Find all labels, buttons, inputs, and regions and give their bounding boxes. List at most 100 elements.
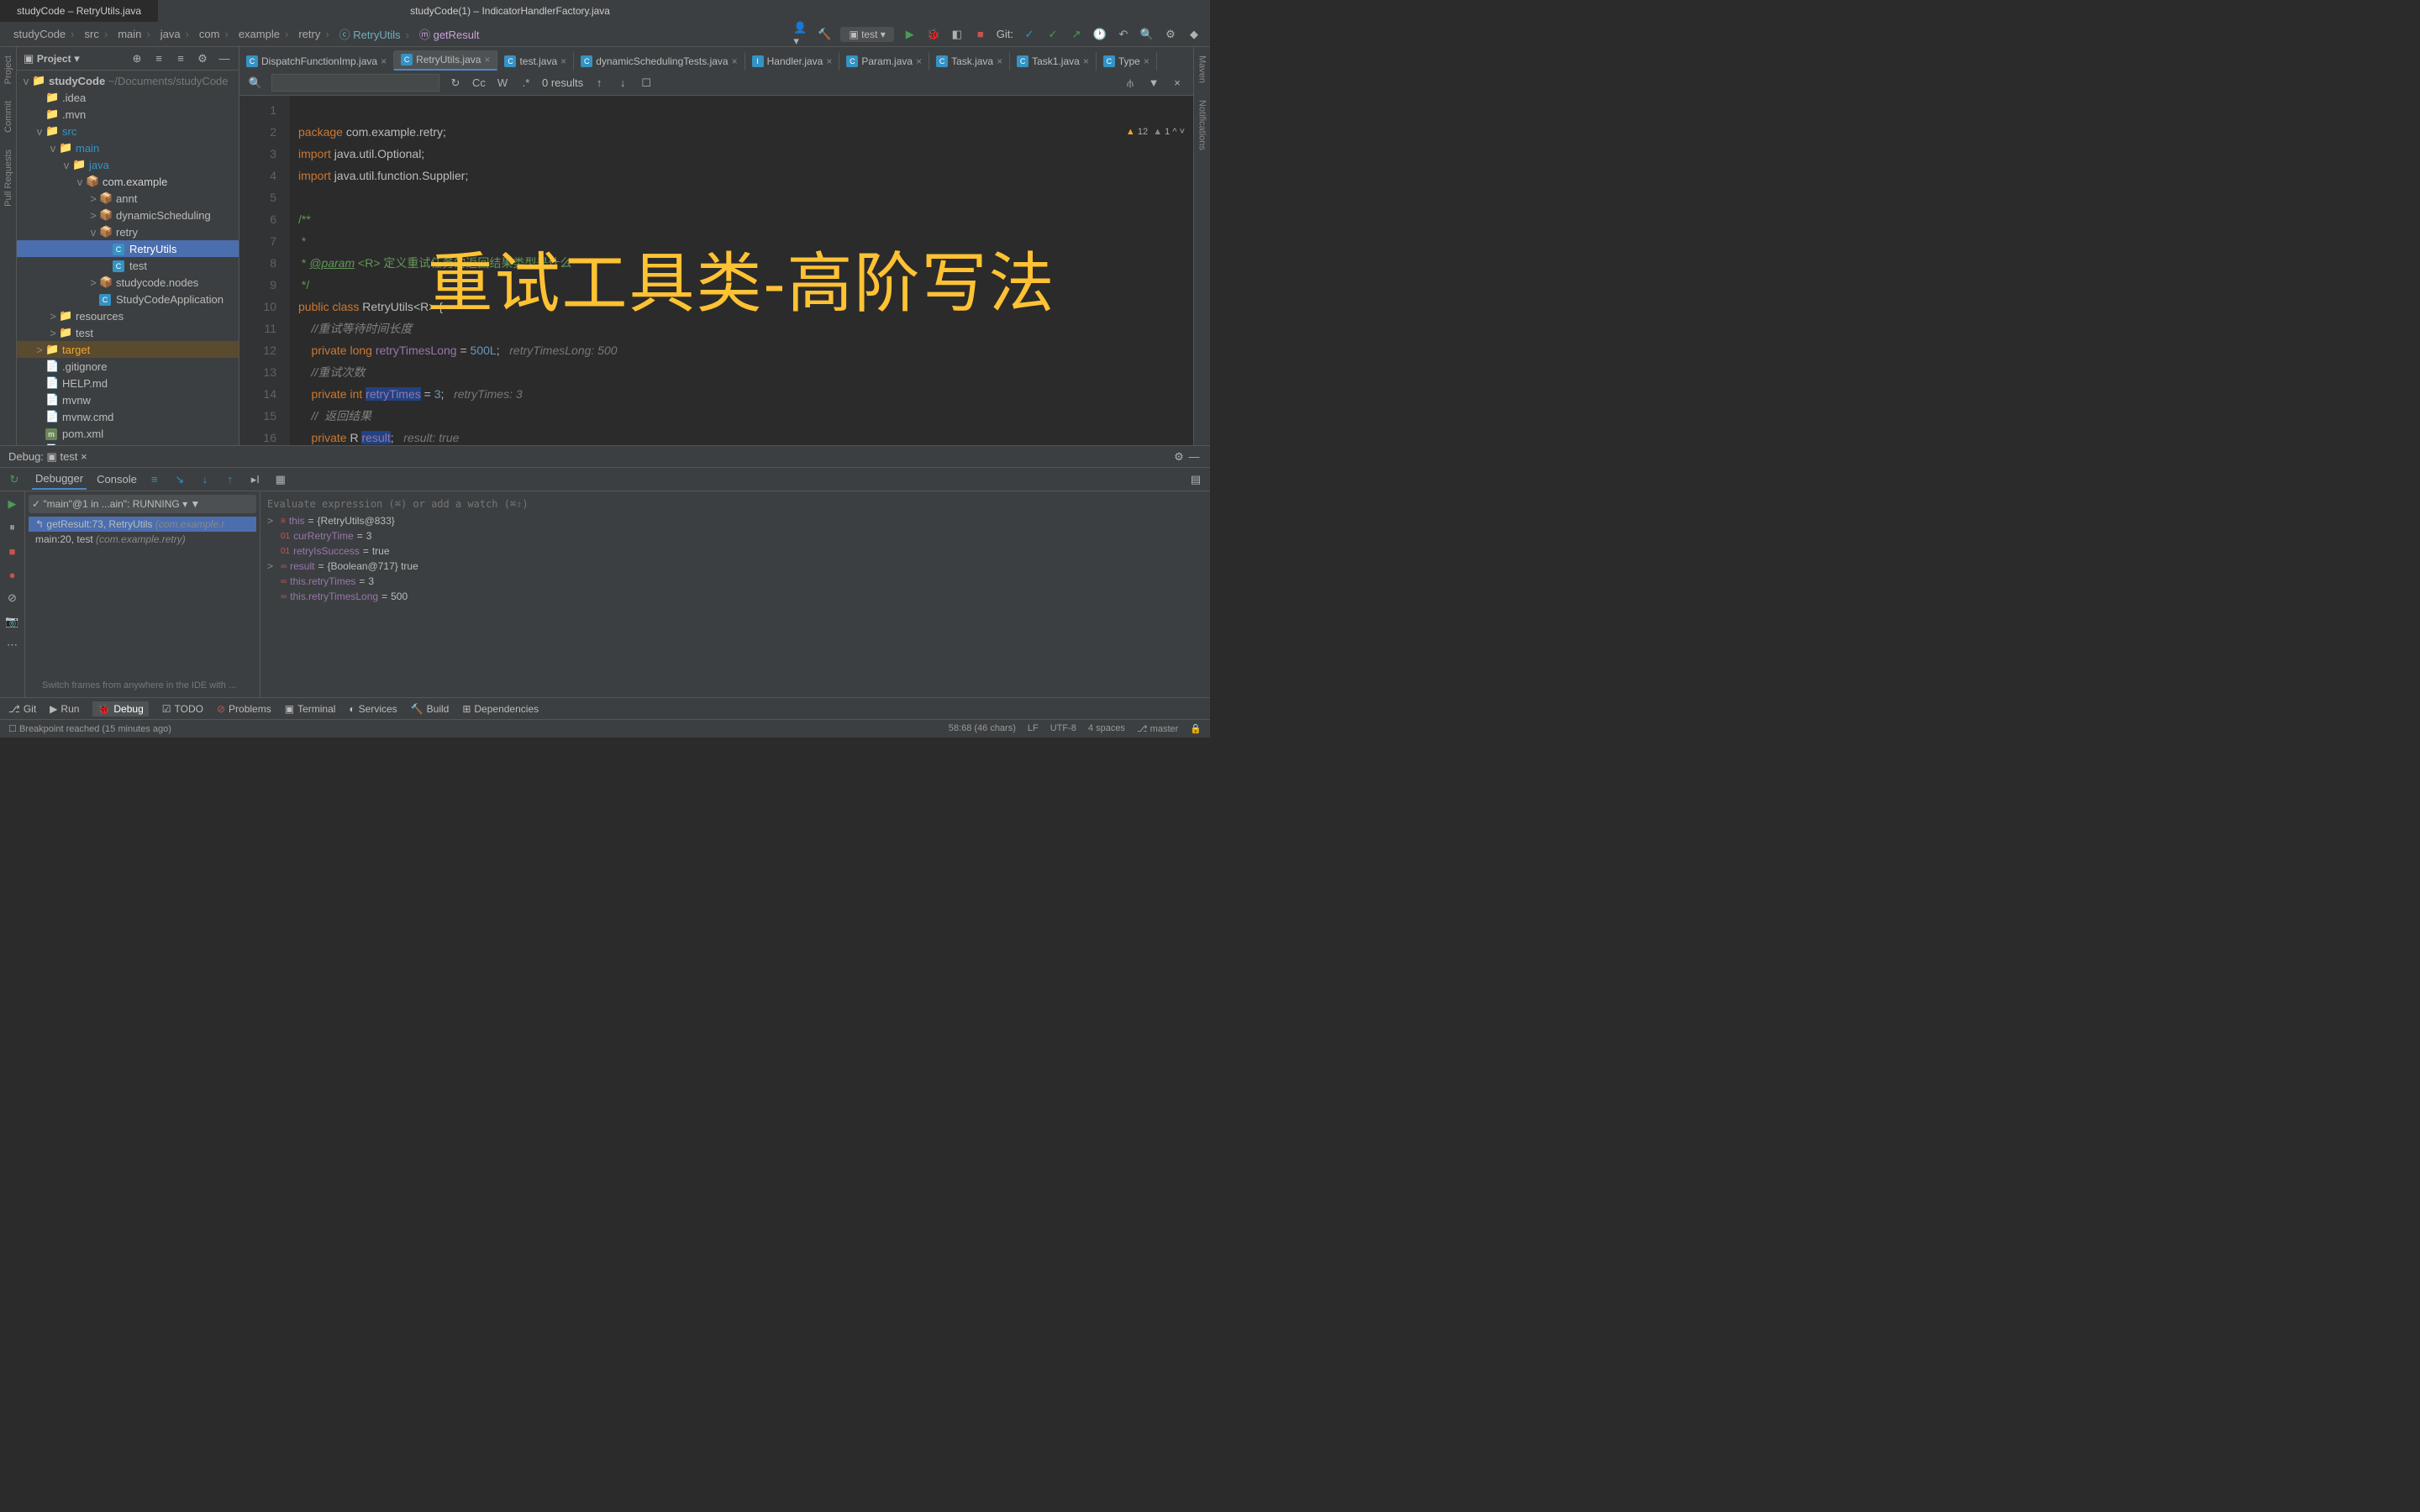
terminal-tool-button[interactable]: ▣ Terminal xyxy=(285,703,336,715)
pause-icon[interactable]: ⏸ xyxy=(5,520,20,535)
close-tab-icon[interactable]: × xyxy=(1083,55,1089,67)
step-over-icon[interactable]: ≡ xyxy=(147,472,162,487)
run-icon[interactable]: ▶ xyxy=(902,27,918,42)
debug-variable[interactable]: ∞ this.retryTimesLong = 500 xyxy=(264,589,1207,604)
find-input[interactable] xyxy=(271,74,439,92)
coverage-icon[interactable]: ◧ xyxy=(950,27,965,42)
tree-node-com.example[interactable]: v📦com.example xyxy=(17,173,239,190)
encoding[interactable]: UTF-8 xyxy=(1050,723,1076,734)
crumb-class[interactable]: ⓒ RetryUtils xyxy=(334,26,414,42)
tree-node-target[interactable]: >📁target xyxy=(17,341,239,358)
close-tab-icon[interactable]: × xyxy=(997,55,1002,67)
tree-node-main[interactable]: v📁main xyxy=(17,139,239,156)
todo-tool-button[interactable]: ☑ TODO xyxy=(162,703,203,715)
tree-node-studyCode.iml[interactable]: 📄studyCode.iml xyxy=(17,442,239,445)
editor-tab-DispatchFunctionImp.java[interactable]: CDispatchFunctionImp.java× xyxy=(239,52,394,71)
debug-variable[interactable]: 01 curRetryTime = 3 xyxy=(264,528,1207,543)
window-tab-1[interactable]: studyCode – RetryUtils.java xyxy=(0,0,158,22)
words-icon[interactable]: W xyxy=(495,76,510,91)
stack-frame[interactable]: ↰ getResult:73, RetryUtils (com.example.… xyxy=(29,517,256,532)
tree-node-annt[interactable]: >📦annt xyxy=(17,190,239,207)
tree-node-.idea[interactable]: 📁.idea xyxy=(17,89,239,106)
find-close-icon[interactable]: 🔍 xyxy=(248,76,263,91)
caret-position[interactable]: 58:68 (46 chars) xyxy=(949,723,1016,734)
tree-node-test[interactable]: >📁test xyxy=(17,324,239,341)
debug-config-tab[interactable]: ▣ test × xyxy=(47,450,87,464)
editor-tab-Param.java[interactable]: CParam.java× xyxy=(839,52,929,71)
crumb-example[interactable]: example xyxy=(234,28,293,40)
tree-node-pom.xml[interactable]: mpom.xml xyxy=(17,425,239,442)
crumb-method[interactable]: ⓜ getResult xyxy=(414,26,485,42)
panel-settings-icon[interactable]: ⚙ xyxy=(195,51,210,66)
services-tool-button[interactable]: ◐ Services xyxy=(349,703,397,715)
editor-tab-Handler.java[interactable]: IHandler.java× xyxy=(745,52,840,71)
step-into-icon[interactable]: ↘ xyxy=(172,472,187,487)
tree-node-src[interactable]: v📁src xyxy=(17,123,239,139)
git-tool-button[interactable]: ⎇ Git xyxy=(8,703,36,715)
tree-node-studycode.nodes[interactable]: >📦studycode.nodes xyxy=(17,274,239,291)
editor-tab-Task.java[interactable]: CTask.java× xyxy=(929,52,1010,71)
git-history-icon[interactable]: 🕐 xyxy=(1092,27,1107,42)
commit-tool-button[interactable]: Commit xyxy=(3,101,13,133)
git-branch[interactable]: ⎇ master xyxy=(1137,723,1178,734)
debug-tool-button[interactable]: 🐞 Debug xyxy=(92,701,148,717)
tree-node-dynamicScheduling[interactable]: >📦dynamicScheduling xyxy=(17,207,239,223)
close-tab-icon[interactable]: × xyxy=(916,55,922,67)
status-icon[interactable]: ☐ xyxy=(8,723,17,734)
evaluate-input[interactable] xyxy=(264,495,1207,513)
regex-icon[interactable]: .* xyxy=(518,76,534,91)
editor-tab-test.java[interactable]: Ctest.java× xyxy=(497,52,574,71)
tree-node-HELP.md[interactable]: 📄HELP.md xyxy=(17,375,239,391)
console-tab[interactable]: Console xyxy=(97,473,137,486)
debugger-tab[interactable]: Debugger xyxy=(32,469,87,490)
settings-icon[interactable]: ⚙ xyxy=(1163,27,1178,42)
tree-node-java[interactable]: v📁java xyxy=(17,156,239,173)
run-tool-button[interactable]: ▶ Run xyxy=(50,703,79,715)
crumb-project[interactable]: studyCode xyxy=(8,28,80,40)
tree-node-mvnw.cmd[interactable]: 📄mvnw.cmd xyxy=(17,408,239,425)
window-tab-2[interactable]: studyCode(1) – IndicatorHandlerFactory.j… xyxy=(393,0,627,22)
find-history-icon[interactable]: ↻ xyxy=(448,76,463,91)
editor-tab-RetryUtils.java[interactable]: CRetryUtils.java× xyxy=(394,50,497,71)
debug-icon[interactable]: 🐞 xyxy=(926,27,941,42)
tree-node-test[interactable]: Ctest xyxy=(17,257,239,274)
plugin-icon[interactable]: ◆ xyxy=(1186,27,1202,42)
tree-root[interactable]: v📁studyCode ~/Documents/studyCode xyxy=(17,72,239,89)
tree-node-mvnw[interactable]: 📄mvnw xyxy=(17,391,239,408)
crumb-retry[interactable]: retry xyxy=(293,28,334,40)
debug-hide-icon[interactable]: — xyxy=(1186,449,1202,465)
camera-icon[interactable]: 📷 xyxy=(5,614,20,629)
code-editor[interactable]: 12345678910111213141516 package com.exam… xyxy=(239,96,1193,445)
layout-icon[interactable]: ▤ xyxy=(1188,472,1203,487)
notifications-tool-button[interactable]: Notifications xyxy=(1197,100,1207,150)
stop-debug-icon[interactable]: ■ xyxy=(5,543,20,559)
tree-node-StudyCodeApplication[interactable]: CStudyCodeApplication xyxy=(17,291,239,307)
build-icon[interactable]: 🔨 xyxy=(817,27,832,42)
run-config-selector[interactable]: ▣ test ▾ xyxy=(840,27,893,42)
expand-all-icon[interactable]: ≡ xyxy=(151,51,166,66)
debug-variable[interactable]: >≡ this = {RetryUtils@833} xyxy=(264,513,1207,528)
close-tab-icon[interactable]: × xyxy=(826,55,832,67)
code-content[interactable]: package com.example.retry; import java.u… xyxy=(290,96,1193,445)
crumb-main[interactable]: main xyxy=(113,28,155,40)
pull-requests-tool-button[interactable]: Pull Requests xyxy=(3,150,13,207)
tree-node-resources[interactable]: >📁resources xyxy=(17,307,239,324)
tree-node-RetryUtils[interactable]: CRetryUtils xyxy=(17,240,239,257)
rerun-icon[interactable]: ↻ xyxy=(7,472,22,487)
git-commit-icon[interactable]: ✓ xyxy=(1045,27,1060,42)
force-step-into-icon[interactable]: ↓ xyxy=(197,472,213,487)
deps-tool-button[interactable]: ⊞ Dependencies xyxy=(462,703,539,715)
filter-icon[interactable]: ⫛ xyxy=(1123,76,1138,91)
stop-icon[interactable]: ■ xyxy=(973,27,988,42)
collapse-all-icon[interactable]: ≡ xyxy=(173,51,188,66)
git-push-icon[interactable]: ↗ xyxy=(1069,27,1084,42)
prev-match-icon[interactable]: ↑ xyxy=(592,76,607,91)
tree-node-.mvn[interactable]: 📁.mvn xyxy=(17,106,239,123)
search-everywhere-icon[interactable]: 🔍 xyxy=(1139,27,1155,42)
locate-icon[interactable]: ⊕ xyxy=(129,51,145,66)
close-tab-icon[interactable]: × xyxy=(1144,55,1150,67)
debug-settings-icon[interactable]: ⚙ xyxy=(1171,449,1186,465)
crumb-src[interactable]: src xyxy=(80,28,113,40)
hide-panel-icon[interactable]: — xyxy=(217,51,232,66)
next-match-icon[interactable]: ↓ xyxy=(615,76,630,91)
